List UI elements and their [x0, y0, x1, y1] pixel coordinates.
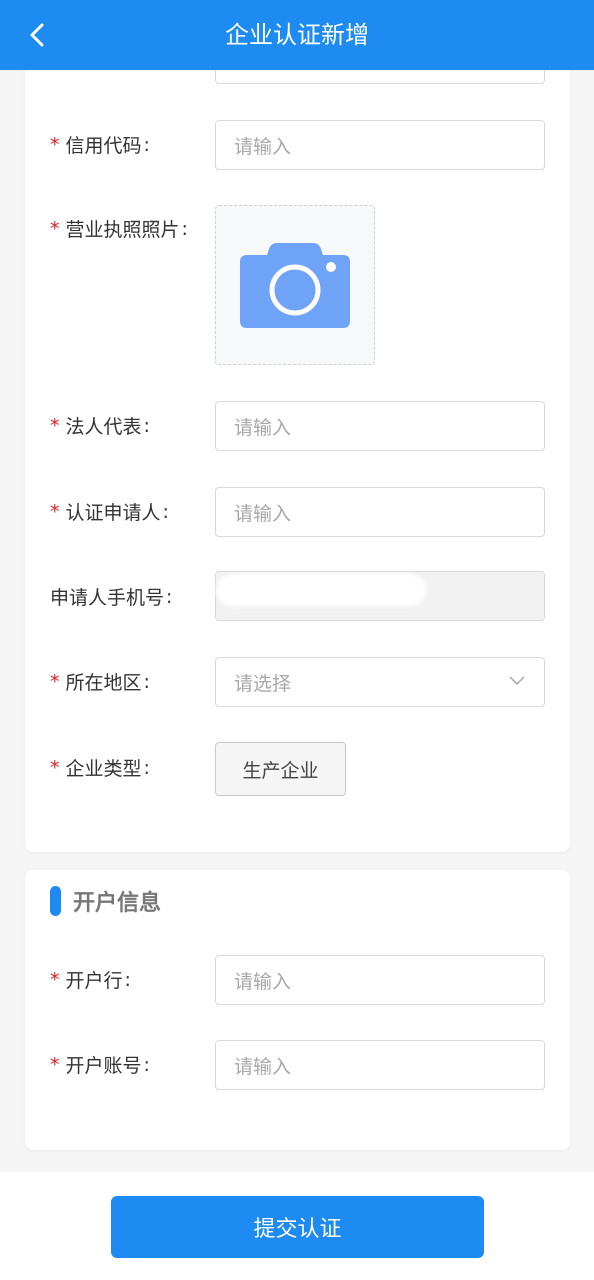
bank-label: * 开户行 : [50, 968, 131, 993]
license-photo-label: * 营业执照照片 : [50, 217, 188, 242]
credit-code-label: * 信用代码 : [50, 133, 150, 158]
required-mark: * [50, 670, 60, 693]
required-mark: * [50, 414, 60, 437]
legal-rep-input[interactable]: 请输入 [215, 401, 545, 451]
credit-code-input[interactable]: 请输入 [215, 120, 545, 170]
required-mark: * [50, 133, 60, 156]
company-type-option[interactable]: 生产企业 [215, 742, 346, 796]
required-mark: * [50, 756, 60, 779]
redacted-value [216, 574, 426, 606]
account-info-card: 开户信息 * 开户行 : 请输入 * 开户账号 : 请输入 [25, 870, 570, 1150]
section-header: 开户信息 [50, 885, 161, 917]
region-select[interactable]: 请选择 [215, 657, 545, 707]
account-number-label: * 开户账号 : [50, 1053, 150, 1078]
chevron-down-icon [509, 676, 525, 686]
bottom-bar: 提交认证 [0, 1172, 594, 1280]
required-mark: * [50, 500, 60, 523]
phone-input [215, 571, 545, 621]
license-photo-upload[interactable] [215, 205, 375, 365]
legal-rep-label: * 法人代表 : [50, 414, 150, 439]
top-bar: 企业认证新增 [0, 0, 594, 70]
phone-label: 申请人手机号 : [50, 585, 173, 610]
required-mark: * [50, 217, 60, 240]
required-mark: * [50, 968, 60, 991]
required-mark: * [50, 1053, 60, 1076]
company-info-card: * 信用代码 : 请输入 * 营业执照照片 : * 法人代表 : 请输入 * 认… [25, 30, 570, 852]
applicant-input[interactable]: 请输入 [215, 487, 545, 537]
company-type-label: * 企业类型 : [50, 756, 150, 781]
page-title: 企业认证新增 [225, 21, 369, 49]
account-number-input[interactable]: 请输入 [215, 1040, 545, 1090]
section-accent-bar [50, 886, 61, 916]
section-title: 开户信息 [73, 891, 162, 916]
region-label: * 所在地区 : [50, 670, 150, 695]
bank-input[interactable]: 请输入 [215, 955, 545, 1005]
submit-button[interactable]: 提交认证 [111, 1196, 484, 1258]
camera-icon [240, 243, 350, 328]
applicant-label: * 认证申请人 : [50, 500, 169, 525]
